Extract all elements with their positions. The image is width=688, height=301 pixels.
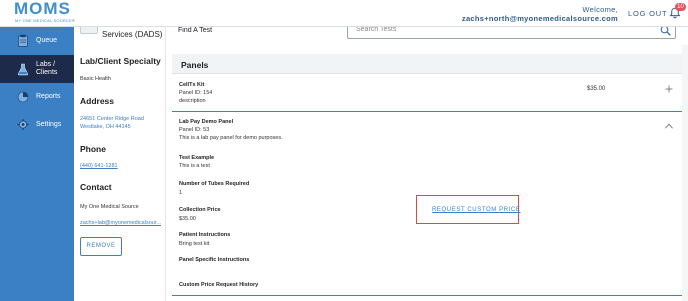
clipboard-icon: [18, 34, 28, 47]
panel-row-celltx[interactable]: CellTx Kit Panel ID: 154 description $35…: [172, 75, 682, 111]
collection-price-value: $35.00: [179, 216, 196, 222]
search-placeholder: Search Tests: [356, 26, 397, 33]
notification-badge: 10: [675, 3, 686, 11]
sidebar-item-reports[interactable]: Reports: [0, 83, 74, 111]
patient-instructions-label: Patient Instructions: [179, 232, 231, 238]
address-line1: 24651 Center Ridge Road: [80, 116, 144, 122]
test-example-value: This is a test: [179, 163, 210, 169]
moms-logo[interactable]: MOMS MY ONE MEDICAL SOURCE®: [14, 0, 76, 26]
panel-id: Panel ID: 154: [179, 90, 213, 96]
welcome-block: Welcome, zachs+north@myonemedicalsource.…: [462, 5, 618, 23]
panel-description: This is a lab pay panel for demo purpose…: [179, 135, 283, 141]
pie-chart-icon: [17, 91, 29, 103]
panels-title: Panels: [181, 60, 209, 70]
top-bar: MOMS MY ONE MEDICAL SOURCE® Welcome, zac…: [0, 0, 688, 27]
tubes-value: 1: [179, 190, 183, 196]
sidebar-item-label: Labs / Clients: [36, 61, 58, 76]
logo-text: MOMS: [14, 0, 71, 18]
phone-title: Phone: [80, 144, 106, 154]
scrollbar-track[interactable]: [682, 45, 688, 301]
logo-subtitle: MY ONE MEDICAL SOURCE®: [15, 18, 76, 23]
sidebar-item-queue[interactable]: Queue: [0, 27, 74, 55]
contact-name: My One Medical Source: [80, 204, 139, 210]
org-name-line2: Services (DADS): [102, 30, 163, 39]
logout-button[interactable]: LOG OUT: [628, 9, 667, 18]
contact-email-link[interactable]: zachs+lab@myonemedicalsour...: [80, 220, 164, 227]
panel-description: description: [179, 98, 206, 104]
sidebar-item-label: Settings: [36, 121, 62, 128]
panel-specific-label: Panel Specific Instructions: [179, 257, 250, 263]
contact-title: Contact: [80, 182, 112, 192]
test-example-label: Test Example: [179, 155, 215, 161]
sidebar-item-settings[interactable]: Settings: [0, 111, 74, 139]
find-test-label: Find A Test: [178, 27, 213, 34]
panel-row-lab-pay-demo[interactable]: Lab Pay Demo Panel Panel ID: 53 This is …: [172, 112, 682, 142]
request-custom-price-button[interactable]: REQUEST CUSTOM PRICE: [432, 207, 520, 213]
panel-name: Lab Pay Demo Panel: [179, 119, 234, 125]
gear-icon: [17, 119, 29, 130]
phone-link[interactable]: (440) 641-1281: [80, 163, 164, 170]
sidebar-item-label: Reports: [36, 93, 61, 100]
welcome-email: zachs+north@myonemedicalsource.com: [461, 14, 618, 23]
welcome-label: Welcome,: [582, 5, 618, 14]
panel-name: CellTx Kit: [179, 82, 205, 88]
panels-header: Panels: [172, 54, 682, 74]
tubes-label: Number of Tubes Required: [179, 181, 250, 187]
custom-price-history-label: Custom Price Request History: [179, 282, 259, 288]
panel-id: Panel ID: 53: [179, 127, 210, 133]
sidebar: Queue Labs / Clients Reports Settings: [0, 27, 74, 301]
specialty-value: Basic Health: [80, 76, 111, 82]
specialty-title: Lab/Client Specialty: [80, 56, 161, 66]
remove-button[interactable]: REMOVE: [80, 237, 122, 256]
address-line2: Westlake, OH 44145: [80, 124, 131, 130]
sidebar-item-label: Queue: [36, 37, 58, 44]
patient-instructions-value: Bring test kit: [179, 241, 210, 247]
address-title: Address: [80, 96, 115, 106]
plus-icon[interactable]: [665, 85, 673, 93]
row-divider: [172, 295, 682, 296]
chevron-up-icon[interactable]: [665, 123, 673, 129]
flask-icon: [17, 63, 29, 76]
panel-price: $35.00: [587, 86, 606, 92]
collection-price-label: Collection Price: [179, 207, 221, 213]
sidebar-item-labs-clients[interactable]: Labs / Clients: [0, 55, 74, 83]
